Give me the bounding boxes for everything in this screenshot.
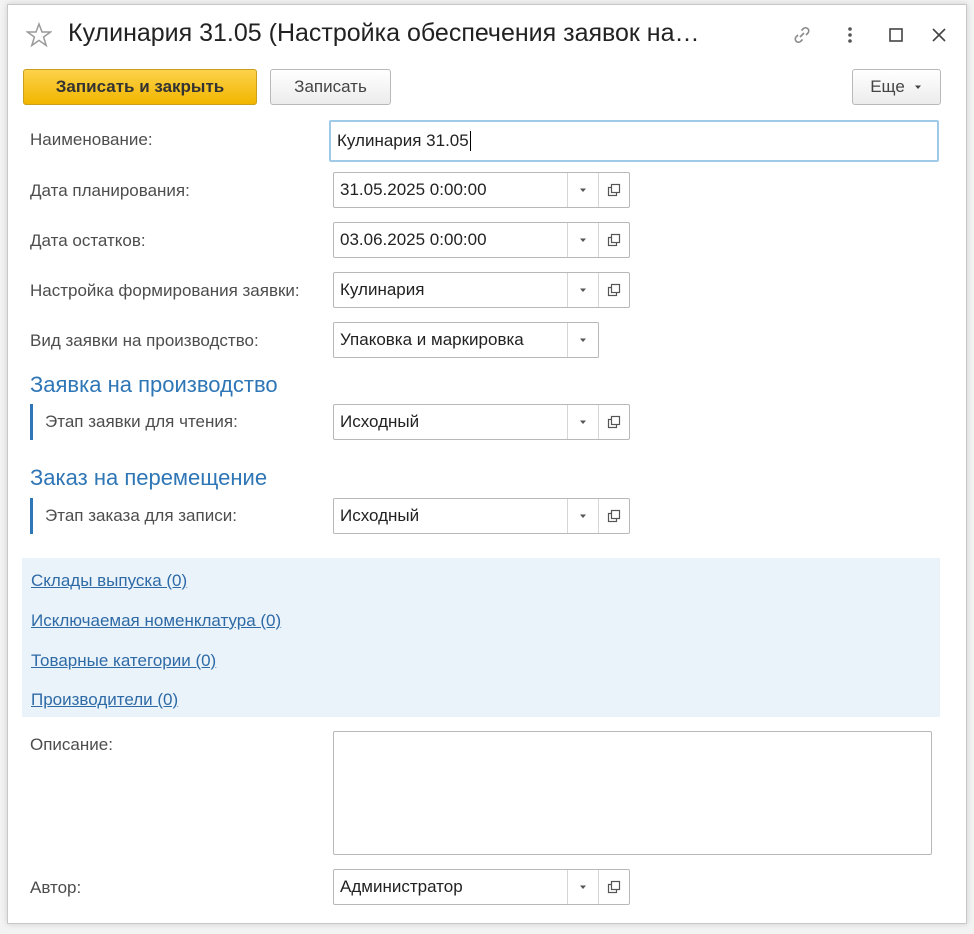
link-output-warehouses[interactable]: Склады выпуска (0): [31, 571, 187, 591]
star-icon[interactable]: [25, 21, 53, 48]
dropdown-arrow-icon: [580, 238, 586, 242]
plan-date-label: Дата планирования:: [30, 181, 190, 200]
request-setting-field[interactable]: Кулинария: [333, 272, 630, 308]
text-caret: [469, 131, 471, 151]
name-input[interactable]: Кулинария 31.05: [329, 120, 939, 162]
more-button-label: Еще: [870, 77, 905, 96]
stock-date-open-button[interactable]: [598, 223, 629, 257]
form-window: Кулинария 31.05 (Настройка обеспечения з…: [7, 4, 967, 924]
section-indicator: [30, 498, 33, 534]
dropdown-arrow-icon: [580, 420, 586, 424]
chevron-down-icon: [914, 85, 921, 89]
production-stage-label: Этап заявки для чтения:: [45, 412, 238, 431]
transfer-stage-open-button[interactable]: [598, 499, 629, 533]
plan-date-value: 31.05.2025 0:00:00: [340, 180, 487, 199]
stock-date-value: 03.06.2025 0:00:00: [340, 230, 487, 249]
plan-date-dropdown-button[interactable]: [567, 173, 598, 207]
more-vertical-icon[interactable]: [838, 23, 862, 47]
open-window-icon: [607, 283, 621, 297]
request-setting-value: Кулинария: [340, 280, 425, 299]
open-window-icon: [607, 233, 621, 247]
description-label: Описание:: [30, 735, 113, 754]
save-and-close-button[interactable]: Записать и закрыть: [23, 69, 257, 105]
transfer-stage-field[interactable]: Исходный: [333, 498, 630, 534]
open-window-icon: [607, 509, 621, 523]
open-window-icon: [607, 415, 621, 429]
section-indicator: [30, 404, 33, 440]
more-button[interactable]: Еще: [852, 69, 941, 105]
stock-date-label: Дата остатков:: [30, 231, 146, 250]
stock-date-field[interactable]: 03.06.2025 0:00:00: [333, 222, 630, 258]
production-stage-open-button[interactable]: [598, 405, 629, 439]
close-icon[interactable]: [927, 23, 951, 47]
maximize-icon[interactable]: [884, 23, 908, 47]
production-stage-field[interactable]: Исходный: [333, 404, 630, 440]
request-kind-label: Вид заявки на производство:: [30, 331, 259, 350]
author-open-button[interactable]: [598, 870, 629, 904]
production-stage-dropdown-button[interactable]: [567, 405, 598, 439]
transfer-stage-value: Исходный: [340, 506, 420, 525]
link-excluded-nomenclature[interactable]: Исключаемая номенклатура (0): [31, 611, 281, 631]
author-label: Автор:: [30, 878, 82, 897]
window-title: Кулинария 31.05 (Настройка обеспечения з…: [68, 19, 700, 47]
request-kind-value: Упаковка и маркировка: [340, 330, 524, 349]
transfer-stage-dropdown-button[interactable]: [567, 499, 598, 533]
link-product-categories[interactable]: Товарные категории (0): [31, 651, 216, 671]
dropdown-arrow-icon: [580, 885, 586, 889]
name-label: Наименование:: [30, 130, 153, 149]
link-manufacturers[interactable]: Производители (0): [31, 690, 178, 710]
dropdown-arrow-icon: [580, 514, 586, 518]
stock-date-dropdown-button[interactable]: [567, 223, 598, 257]
dropdown-arrow-icon: [580, 338, 586, 342]
plan-date-open-button[interactable]: [598, 173, 629, 207]
request-setting-open-button[interactable]: [598, 273, 629, 307]
request-setting-label: Настройка формирования заявки:: [30, 281, 300, 300]
save-button[interactable]: Записать: [270, 69, 391, 105]
author-dropdown-button[interactable]: [567, 870, 598, 904]
open-window-icon: [607, 880, 621, 894]
name-value: Кулинария 31.05: [337, 131, 469, 150]
production-request-section-title: Заявка на производство: [30, 372, 278, 397]
description-textarea[interactable]: [333, 731, 932, 855]
dropdown-arrow-icon: [580, 288, 586, 292]
dropdown-arrow-icon: [580, 188, 586, 192]
title-bar: Кулинария 31.05 (Настройка обеспечения з…: [8, 5, 966, 67]
transfer-order-section-title: Заказ на перемещение: [30, 465, 268, 490]
command-bar: Записать и закрыть Записать Еще: [8, 69, 966, 109]
links-panel: Склады выпуска (0) Исключаемая номенклат…: [22, 558, 940, 717]
production-stage-value: Исходный: [340, 412, 420, 431]
author-field[interactable]: Администратор: [333, 869, 630, 905]
author-value: Администратор: [340, 877, 463, 896]
transfer-stage-label: Этап заказа для записи:: [45, 506, 237, 525]
request-kind-dropdown-button[interactable]: [567, 323, 598, 357]
link-icon[interactable]: [790, 23, 814, 47]
open-window-icon: [607, 183, 621, 197]
request-setting-dropdown-button[interactable]: [567, 273, 598, 307]
request-kind-field[interactable]: Упаковка и маркировка: [333, 322, 599, 358]
plan-date-field[interactable]: 31.05.2025 0:00:00: [333, 172, 630, 208]
